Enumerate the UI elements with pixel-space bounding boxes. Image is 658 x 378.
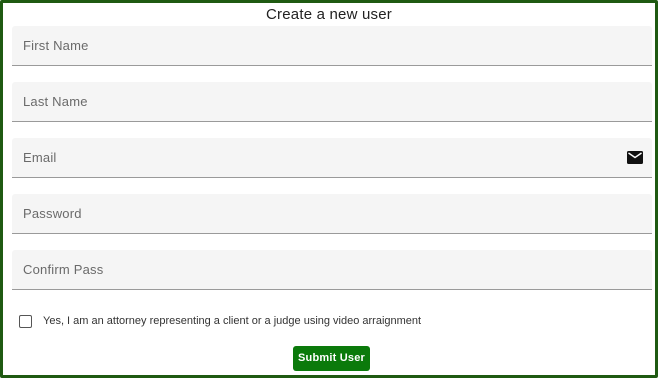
confirm-password-input[interactable] (12, 250, 652, 289)
first-name-field[interactable] (12, 26, 652, 66)
email-field[interactable] (12, 138, 652, 178)
submit-user-button[interactable]: Submit User (293, 346, 370, 371)
form-title: Create a new user (266, 6, 392, 23)
last-name-field[interactable] (12, 82, 652, 122)
password-input[interactable] (12, 194, 652, 233)
attorney-checkbox-label[interactable]: Yes, I am an attorney representing a cli… (43, 315, 421, 327)
attorney-checkbox-row[interactable]: Yes, I am an attorney representing a cli… (19, 313, 421, 329)
confirm-password-field[interactable] (12, 250, 652, 290)
password-field[interactable] (12, 194, 652, 234)
attorney-checkbox[interactable] (19, 314, 32, 328)
first-name-input[interactable] (12, 26, 652, 65)
envelope-icon (627, 151, 643, 164)
email-input[interactable] (12, 138, 652, 177)
create-user-panel: Create a new user Yes, I am an attorney … (0, 0, 658, 378)
last-name-input[interactable] (12, 82, 652, 121)
